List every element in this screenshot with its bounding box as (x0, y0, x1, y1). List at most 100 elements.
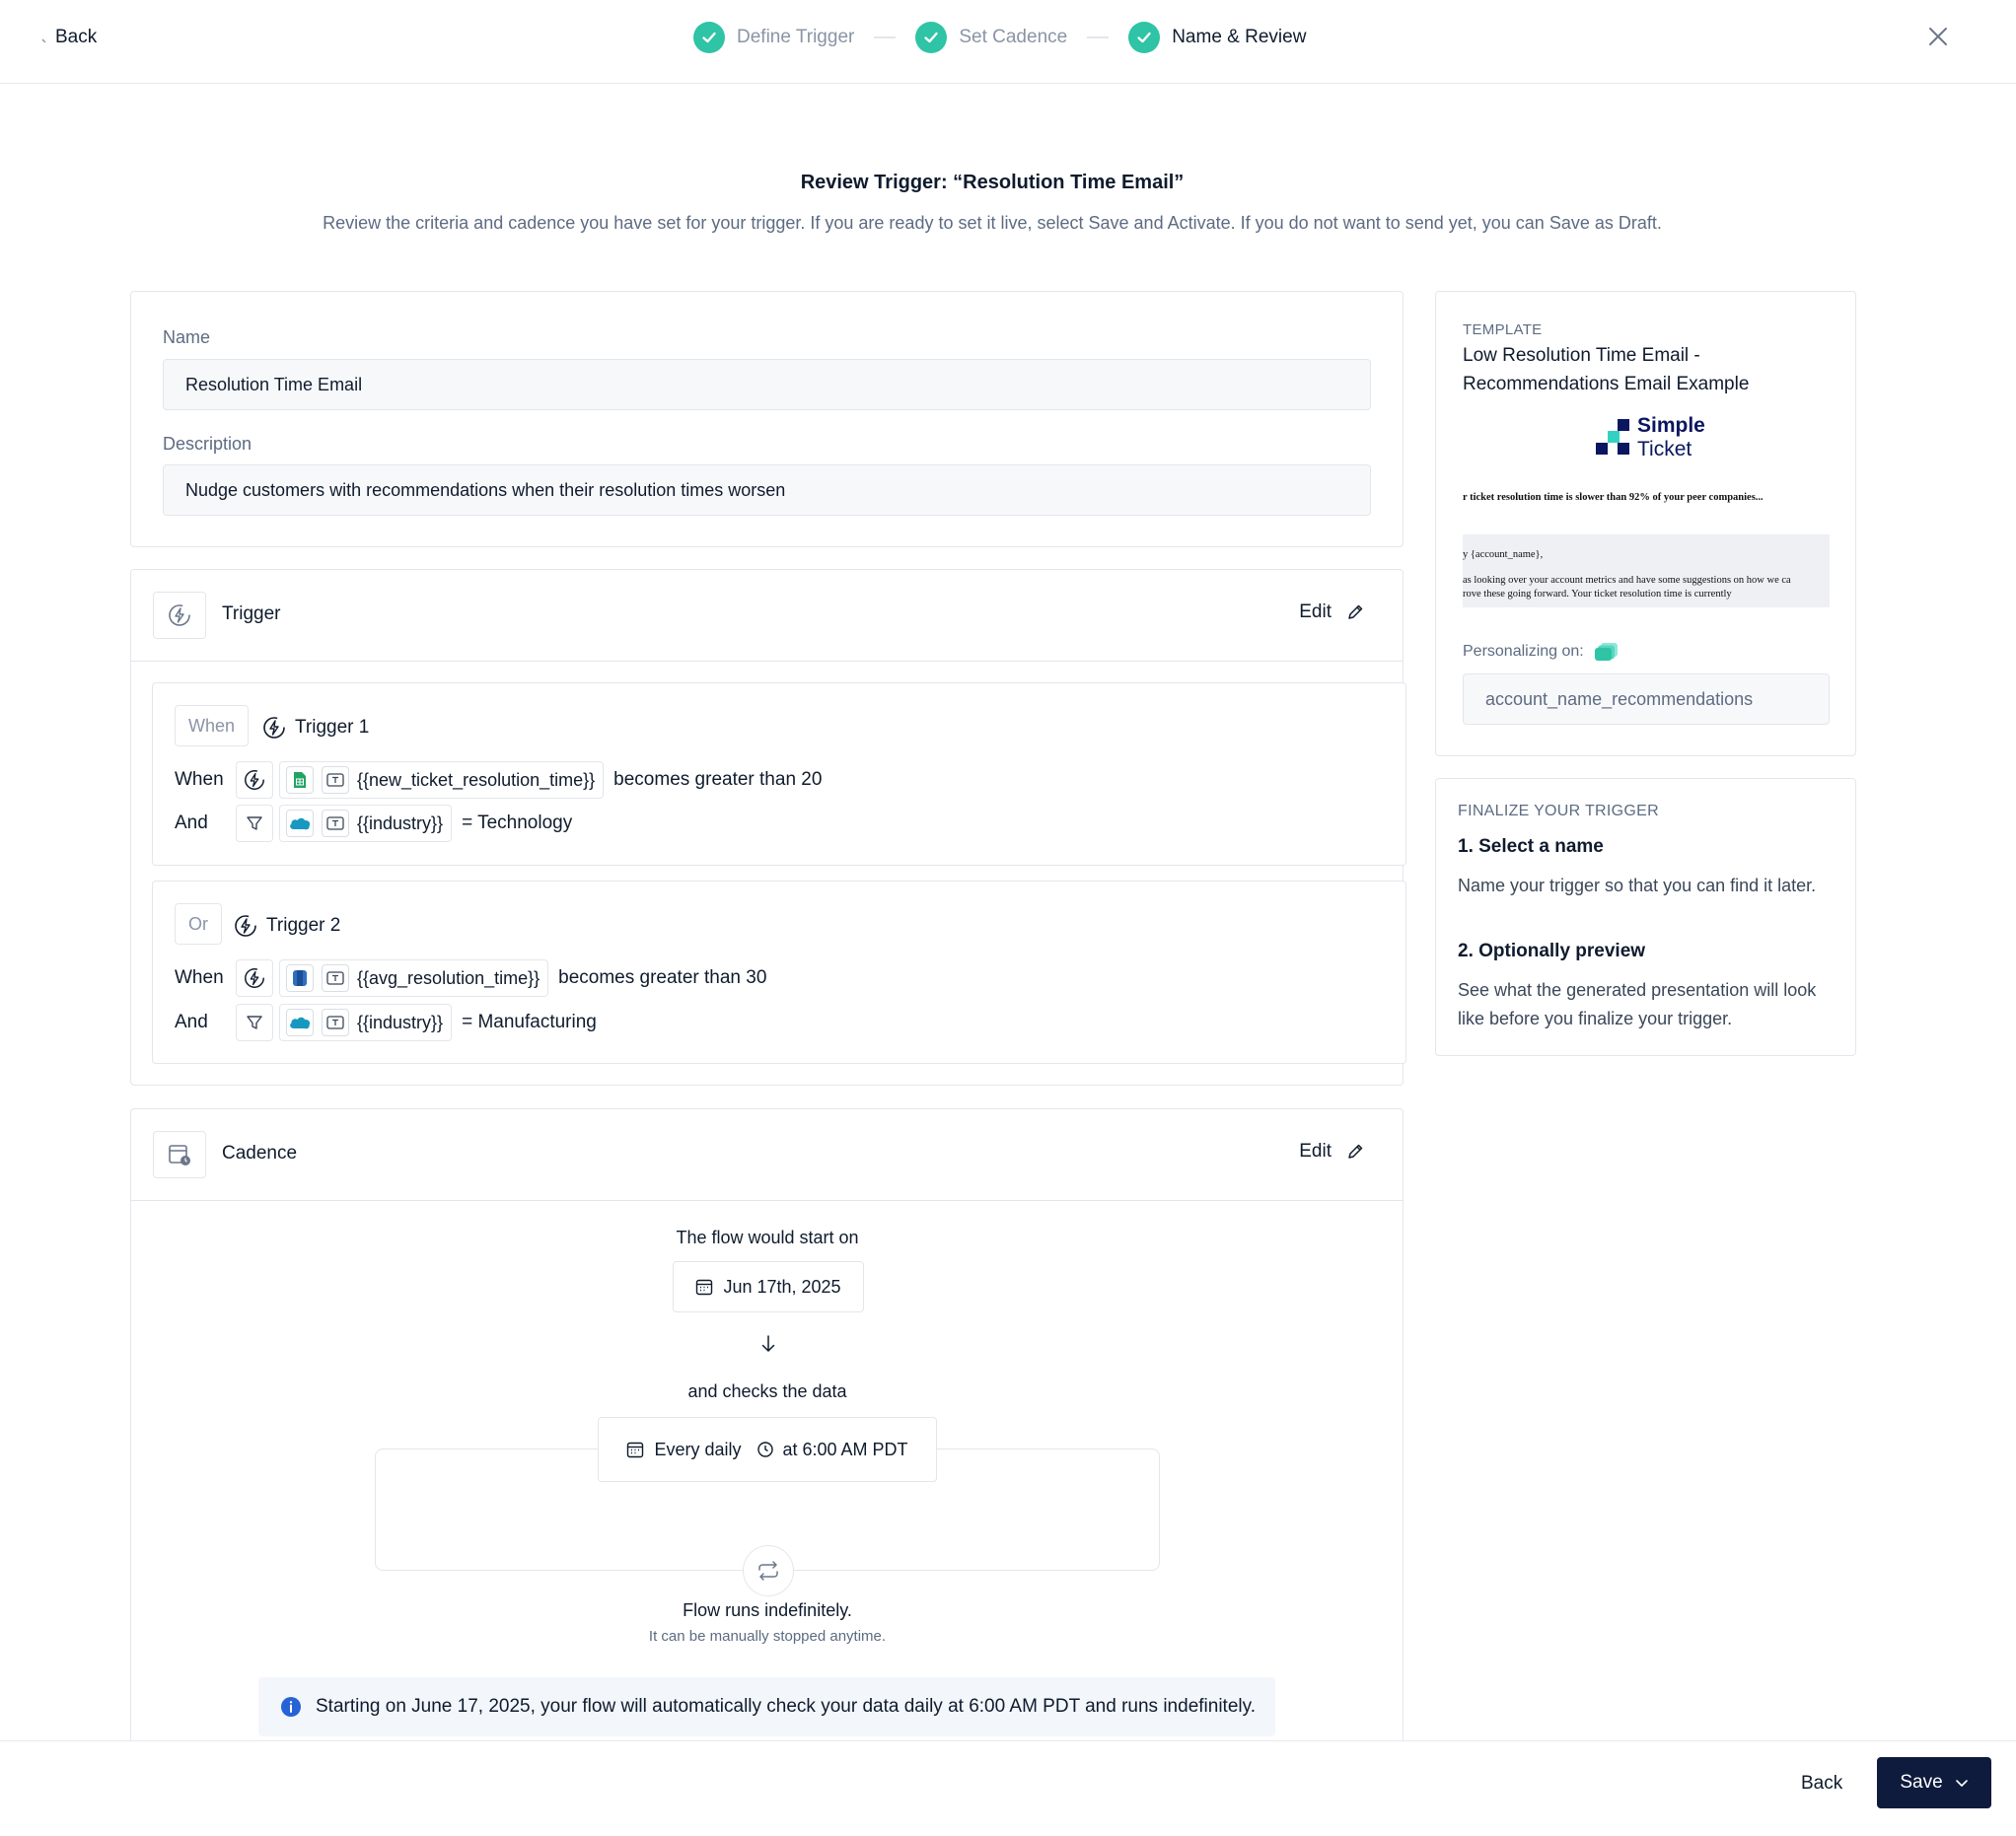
cadence-edit-button[interactable]: Edit (1299, 1141, 1365, 1163)
condition-keyword: And (175, 812, 208, 833)
variable-pill[interactable]: {{industry}} (279, 805, 453, 842)
step-label: Set Cadence (959, 27, 1068, 47)
condition-row: And {{industry}} = Manufacturing (175, 1003, 597, 1042)
step-set-cadence[interactable]: Set Cadence (915, 22, 1067, 53)
variable-pill[interactable]: {{industry}} (279, 1004, 453, 1041)
condition-keyword: When (175, 769, 224, 790)
step-separator (874, 36, 897, 38)
check-icon (693, 22, 725, 53)
info-text: Starting on June 17, 2025, your flow wil… (316, 1696, 1256, 1717)
step-separator (1087, 36, 1110, 38)
when-chip: When (175, 705, 250, 746)
condition-operator: becomes greater than 30 (558, 967, 767, 988)
info-banner: Starting on June 17, 2025, your flow wil… (258, 1677, 1275, 1736)
pencil-icon (1345, 1142, 1365, 1162)
calendar-icon (626, 1441, 644, 1458)
top-back-button[interactable]: Back (39, 22, 97, 53)
page-title: Review Trigger: “Resolution Time Email” (800, 172, 1185, 193)
step-label: Name & Review (1172, 27, 1307, 47)
details-card: Name Resolution Time Email Description N… (130, 291, 1404, 547)
google-sheets-icon (286, 766, 314, 794)
trigger-name-label: Trigger 1 (295, 717, 370, 738)
pencil-icon (1345, 602, 1365, 622)
variable-name: {{industry}} (357, 812, 444, 833)
filter-icon (236, 1004, 273, 1041)
start-date: Jun 17th, 2025 (723, 1276, 841, 1297)
template-card: TEMPLATE Low Resolution Time Email - Rec… (1435, 291, 1856, 756)
page-subtitle: Review the criteria and cadence you have… (323, 213, 1662, 233)
template-name: Low Resolution Time Email - Recommendati… (1463, 345, 1750, 394)
cadence-section-header: Cadence Edit (131, 1109, 1403, 1201)
finalize-step2-title: 2. Optionally preview (1458, 941, 1646, 961)
calendar-clock-icon (153, 1131, 206, 1178)
email-preview[interactable]: Simple Ticket r ticket resolution time i… (1463, 406, 1830, 607)
text-field-icon (322, 766, 349, 794)
logo-word-simple: Simple (1637, 414, 1705, 437)
trigger-group-name: Trigger 2 (233, 913, 340, 939)
condition-row: And {{industry}} = Technology (175, 804, 572, 843)
time-group: at 6:00 AM PDT (756, 1439, 908, 1460)
trigger-edit-button[interactable]: Edit (1299, 601, 1365, 623)
frequency-value: Every daily (654, 1439, 742, 1459)
frequency-pill: Every daily at 6:00 AM PDT (598, 1417, 937, 1482)
step-define-trigger[interactable]: Define Trigger (693, 22, 854, 53)
preview-line: as looking over your account metrics and… (1463, 575, 1791, 586)
stepper: Define Trigger Set Cadence Name & Review (693, 21, 1306, 54)
footer-back-button[interactable]: Back (1801, 1773, 1842, 1795)
step-name-review[interactable]: Name & Review (1128, 22, 1306, 53)
save-button[interactable]: Save (1877, 1757, 1991, 1808)
start-text: The flow would start on (676, 1228, 859, 1247)
description-field[interactable]: Nudge customers with recommendations whe… (163, 464, 1371, 516)
start-date-pill: Jun 17th, 2025 (673, 1261, 864, 1312)
step-label: Define Trigger (737, 27, 855, 47)
arrow-down-icon (759, 1334, 777, 1354)
description-label: Description (163, 434, 252, 454)
repeat-icon (743, 1545, 794, 1596)
top-back-label: Back (55, 27, 98, 47)
preview-line: r ticket resolution time is slower than … (1463, 492, 1764, 503)
top-bar: Back Define Trigger Set Cadence Name & R… (0, 0, 2016, 84)
finalize-step2-body: See what the generated presentation will… (1458, 980, 1817, 1028)
check-icon (915, 22, 948, 53)
filter-icon (236, 805, 273, 842)
runs-text: Flow runs indefinitely. (683, 1600, 852, 1620)
trigger-bolt-icon (233, 913, 258, 939)
frequency-group: Every daily (626, 1440, 741, 1460)
save-label: Save (1900, 1772, 1943, 1793)
text-field-icon (322, 964, 349, 992)
condition-operator: = Manufacturing (462, 1012, 597, 1032)
variable-name: {{avg_resolution_time}} (357, 967, 540, 988)
footer-bar: Back Save (0, 1740, 2016, 1836)
variable-name: {{industry}} (357, 1012, 444, 1032)
trigger-section-title: Trigger (222, 603, 281, 624)
trigger-group-name: Trigger 1 (261, 715, 369, 741)
variable-pill[interactable]: {{avg_resolution_time}} (279, 959, 549, 997)
condition-row: When {{avg_resolution_time}} becomes gre… (175, 958, 766, 998)
time-value: at 6:00 AM PDT (782, 1439, 908, 1459)
trigger-card: Trigger Edit When Trigger 1 When {{new_t… (130, 569, 1406, 1086)
edit-label: Edit (1299, 601, 1332, 622)
clock-icon (756, 1441, 774, 1458)
database-icon (286, 964, 314, 992)
text-field-icon (322, 810, 349, 837)
condition-row: When {{new_ticket_resolution_time}} beco… (175, 760, 822, 800)
logo-word-ticket: Ticket (1637, 438, 1692, 460)
personalizing-label: Personalizing on: (1463, 642, 1620, 662)
preview-line: y {account_name}, (1463, 549, 1544, 560)
close-icon[interactable] (1925, 24, 1951, 49)
variable-name: {{new_ticket_resolution_time}} (357, 769, 596, 790)
variable-pill[interactable]: {{new_ticket_resolution_time}} (279, 761, 605, 799)
finalize-step1-body: Name your trigger so that you can find i… (1458, 876, 1817, 895)
or-chip: Or (175, 903, 222, 945)
personalizing-field[interactable]: account_name_recommendations (1463, 673, 1830, 725)
trigger-name-label: Trigger 2 (266, 915, 341, 936)
trigger-bolt-icon (153, 592, 206, 639)
finalize-heading: FINALIZE YOUR TRIGGER (1458, 803, 1659, 819)
finalize-card: FINALIZE YOUR TRIGGER 1. Select a name N… (1435, 778, 1856, 1056)
cadence-section-title: Cadence (222, 1143, 298, 1164)
name-field[interactable]: Resolution Time Email (163, 359, 1371, 410)
chevron-down-icon[interactable] (1955, 1778, 1969, 1788)
condition-keyword: And (175, 1012, 208, 1032)
condition-operator: becomes greater than 20 (613, 769, 823, 790)
trigger-group-2: Or Trigger 2 When {{avg_resolution_time}… (152, 881, 1406, 1064)
